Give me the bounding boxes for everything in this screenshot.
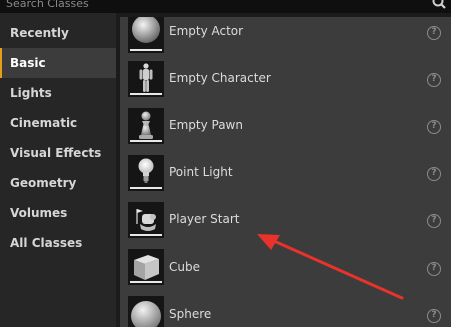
class-list: Empty Actor ? Empty Character ? Empty Pa… bbox=[120, 17, 451, 327]
item-label: Empty Character bbox=[169, 71, 271, 85]
sphere-icon bbox=[128, 296, 164, 327]
list-item-point-light[interactable]: Point Light ? bbox=[120, 155, 451, 202]
help-icon[interactable]: ? bbox=[427, 167, 441, 181]
help-icon[interactable]: ? bbox=[427, 214, 441, 228]
sphere-icon bbox=[128, 17, 164, 53]
category-volumes[interactable]: Volumes bbox=[0, 198, 116, 228]
category-sidebar: Recently Placed Basic Lights Cinematic V… bbox=[0, 13, 116, 327]
item-label: Sphere bbox=[169, 307, 212, 321]
list-item-empty-actor[interactable]: Empty Actor ? bbox=[120, 17, 451, 64]
item-label: Empty Actor bbox=[169, 24, 244, 38]
category-basic[interactable]: Basic bbox=[0, 48, 116, 78]
category-cinematic[interactable]: Cinematic bbox=[0, 108, 116, 138]
search-input[interactable] bbox=[6, 0, 426, 11]
list-item-empty-character[interactable]: Empty Character ? bbox=[120, 61, 451, 108]
category-all-classes[interactable]: All Classes bbox=[0, 228, 116, 258]
help-icon[interactable]: ? bbox=[427, 309, 441, 323]
category-lights[interactable]: Lights bbox=[0, 78, 116, 108]
item-label: Point Light bbox=[169, 165, 233, 179]
help-icon[interactable]: ? bbox=[427, 262, 441, 276]
cube-icon bbox=[128, 249, 164, 285]
category-geometry[interactable]: Geometry bbox=[0, 168, 116, 198]
item-label: Cube bbox=[169, 260, 200, 274]
search-icon[interactable] bbox=[431, 0, 447, 10]
list-item-player-start[interactable]: Player Start ? bbox=[120, 202, 451, 249]
category-visual-effects[interactable]: Visual Effects bbox=[0, 138, 116, 168]
list-item-cube[interactable]: Cube ? bbox=[120, 249, 451, 296]
pawn-icon bbox=[128, 108, 164, 144]
search-bar bbox=[0, 0, 451, 13]
list-item-sphere[interactable]: Sphere ? bbox=[120, 296, 451, 327]
player-start-icon bbox=[128, 202, 164, 238]
item-label: Empty Pawn bbox=[169, 118, 243, 132]
category-recently-placed[interactable]: Recently Placed bbox=[0, 18, 116, 70]
help-icon[interactable]: ? bbox=[427, 73, 441, 87]
lightbulb-icon bbox=[128, 155, 164, 191]
list-item-empty-pawn[interactable]: Empty Pawn ? bbox=[120, 108, 451, 155]
help-icon[interactable]: ? bbox=[427, 120, 441, 134]
help-icon[interactable]: ? bbox=[427, 26, 441, 40]
mannequin-icon bbox=[128, 61, 164, 97]
item-label: Player Start bbox=[169, 212, 240, 226]
